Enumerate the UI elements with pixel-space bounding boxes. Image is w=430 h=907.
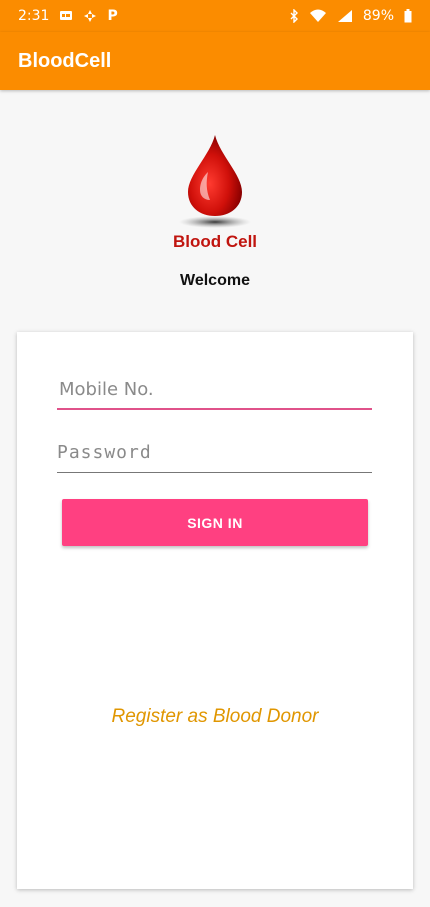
wifi-icon <box>309 9 327 23</box>
welcome-text: Welcome <box>180 272 250 289</box>
login-card: SIGN IN Register as Blood Donor <box>17 332 413 889</box>
app-title: BloodCell <box>18 49 112 72</box>
battery-percent: 89% <box>362 8 394 24</box>
status-time: 2:31 <box>18 8 50 24</box>
mobile-input[interactable] <box>57 370 372 410</box>
logo: Blood Cell <box>0 130 430 270</box>
status-bar: 2:31 P 89% <box>0 0 430 32</box>
blood-drop-icon <box>179 135 251 228</box>
register-donor-link[interactable]: Register as Blood Donor <box>17 706 413 728</box>
battery-icon <box>404 9 412 23</box>
messaging-icon <box>59 10 73 22</box>
bluetooth-icon <box>289 9 299 23</box>
status-right: 89% <box>289 8 412 24</box>
app-bar: BloodCell <box>0 32 430 90</box>
logo-text: Blood Cell <box>172 232 258 251</box>
parking-icon: P <box>107 8 118 24</box>
pinwheel-icon <box>83 9 97 23</box>
sign-in-button[interactable]: SIGN IN <box>62 499 368 546</box>
password-input[interactable] <box>57 433 372 473</box>
status-left: 2:31 P <box>18 8 118 24</box>
signal-icon <box>337 9 353 23</box>
